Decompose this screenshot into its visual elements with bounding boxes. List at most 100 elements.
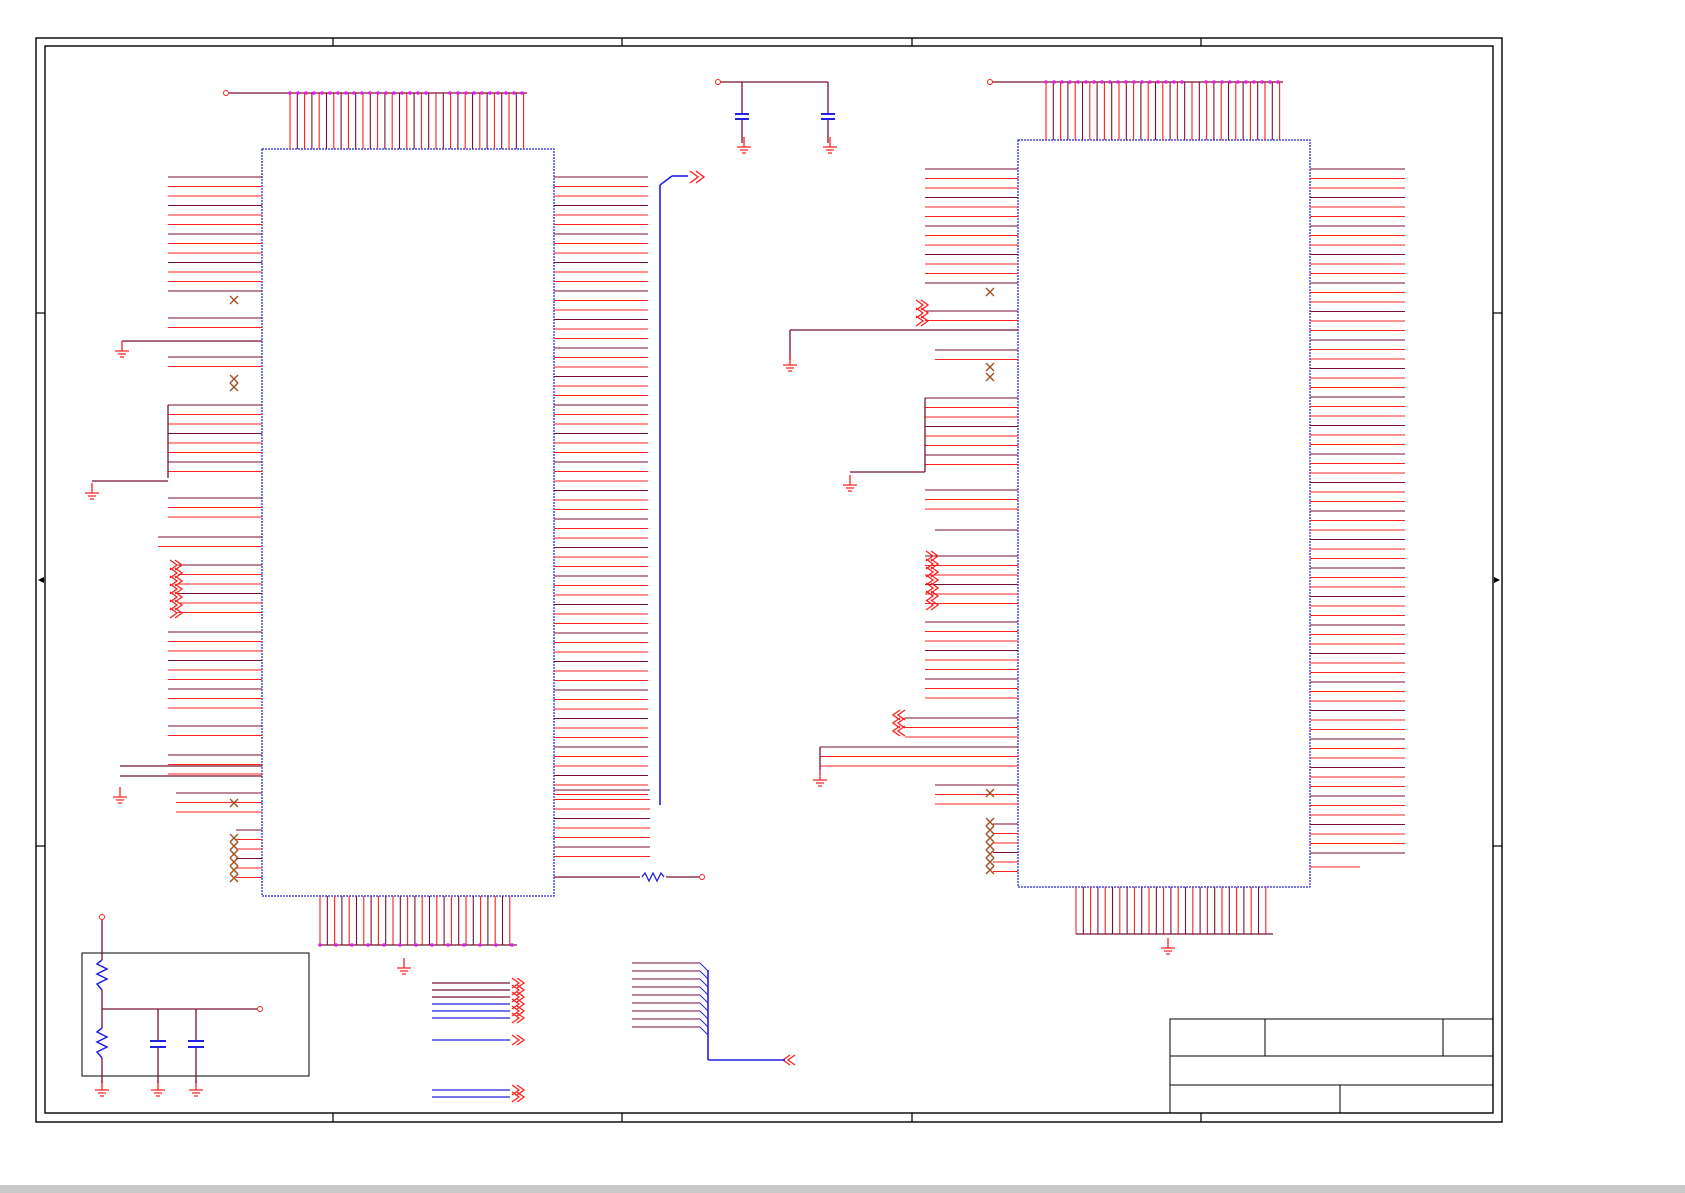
junction-dot bbox=[350, 943, 354, 947]
off-page-connector-icon bbox=[891, 725, 906, 737]
right-ic-body bbox=[1017, 139, 1311, 888]
junction-dot bbox=[1140, 80, 1144, 84]
junction-dot bbox=[510, 943, 514, 947]
bus-entry bbox=[699, 1010, 709, 1020]
junction-dot bbox=[352, 91, 356, 95]
junction-dot bbox=[1124, 80, 1128, 84]
junction-dot bbox=[1220, 80, 1224, 84]
junction-dot bbox=[1076, 80, 1080, 84]
junction-dot bbox=[504, 91, 508, 95]
no-connect-x-icon bbox=[229, 865, 239, 875]
ground-icon bbox=[85, 483, 99, 500]
series-resistor bbox=[554, 871, 700, 883]
ground-icon bbox=[1161, 938, 1175, 955]
resistor-icon bbox=[95, 1027, 109, 1059]
no-connect-x-icon bbox=[229, 382, 239, 392]
title-block bbox=[1169, 1018, 1494, 1114]
ground-icon bbox=[783, 355, 797, 372]
no-connect-x-icon bbox=[985, 788, 995, 798]
no-connect-x-icon bbox=[985, 841, 995, 851]
junction-dot bbox=[1164, 80, 1168, 84]
power-net-terminal bbox=[987, 79, 993, 85]
junction-dot bbox=[1108, 80, 1112, 84]
off-page-connector-icon bbox=[511, 1091, 526, 1103]
junction-dot bbox=[430, 943, 434, 947]
divider-box bbox=[81, 914, 310, 1083]
junction-dot bbox=[360, 91, 364, 95]
junction-dot bbox=[1172, 80, 1176, 84]
frame-zone-ticks bbox=[36, 38, 1502, 1122]
junction-dot bbox=[1068, 80, 1072, 84]
junction-dot bbox=[328, 91, 332, 95]
junction-dot bbox=[400, 91, 404, 95]
junction-dot bbox=[478, 943, 482, 947]
junction-dot bbox=[1156, 80, 1160, 84]
junction-dot bbox=[318, 943, 322, 947]
junction-dot bbox=[1148, 80, 1152, 84]
junction-dot bbox=[1252, 80, 1256, 84]
top-decoupling-caps bbox=[720, 81, 829, 143]
bus-entry bbox=[699, 986, 709, 996]
drawing-frame bbox=[35, 37, 1503, 1123]
pin-wires bbox=[92, 79, 1405, 1103]
junction-dot bbox=[520, 91, 524, 95]
junction-dot bbox=[1052, 80, 1056, 84]
bus-entry bbox=[699, 1002, 709, 1012]
bus-entry bbox=[699, 970, 709, 980]
junction-dot bbox=[1244, 80, 1248, 84]
junction-dot bbox=[336, 91, 340, 95]
no-connect-x-icon bbox=[985, 857, 995, 867]
junction-dot bbox=[392, 91, 396, 95]
bus-entry bbox=[699, 962, 709, 972]
junction-dot bbox=[1132, 80, 1136, 84]
junction-dot bbox=[1260, 80, 1264, 84]
ground-icon bbox=[843, 475, 857, 492]
junction-dot bbox=[1228, 80, 1232, 84]
junction-dot bbox=[488, 91, 492, 95]
no-connect-x-icon bbox=[985, 362, 995, 372]
power-net-terminal bbox=[715, 79, 721, 85]
junction-dot bbox=[462, 943, 466, 947]
no-connect-x-icon bbox=[985, 833, 995, 843]
ground-symbols bbox=[85, 137, 1175, 1097]
ground-icon bbox=[823, 137, 837, 154]
junction-dot bbox=[1116, 80, 1120, 84]
no-connect-x-icon bbox=[229, 833, 239, 843]
off-page-connector-icon bbox=[511, 1034, 526, 1046]
left-ic-body bbox=[261, 148, 555, 897]
junction-dot bbox=[398, 943, 402, 947]
no-connect-x-icon bbox=[229, 374, 239, 384]
junction-dot bbox=[512, 91, 516, 95]
junction-dot bbox=[496, 91, 500, 95]
no-connect-x-icon bbox=[985, 287, 995, 297]
junction-dot bbox=[1236, 80, 1240, 84]
resistor-terminal bbox=[699, 874, 705, 880]
junction-dot bbox=[480, 91, 484, 95]
left-ic-bus-connector bbox=[689, 170, 706, 184]
junction-dot bbox=[494, 943, 498, 947]
no-connect-x-icon bbox=[985, 372, 995, 382]
bus-entry bbox=[699, 994, 709, 1004]
off-page-connector-icon bbox=[925, 599, 940, 611]
no-connect-x-icon bbox=[985, 849, 995, 859]
no-connect-x-icon bbox=[229, 295, 239, 305]
capacitor-icon bbox=[735, 113, 835, 120]
frame-center-arrow-right bbox=[1494, 577, 1500, 583]
junction-dot bbox=[446, 943, 450, 947]
no-connect-x-icon bbox=[985, 865, 995, 875]
junction-dot bbox=[1100, 80, 1104, 84]
junction-dot bbox=[382, 943, 386, 947]
junction-dot bbox=[416, 91, 420, 95]
bottom-band bbox=[0, 1185, 1685, 1193]
no-connect-x-icon bbox=[985, 817, 995, 827]
ground-icon bbox=[115, 341, 129, 358]
junction-dot bbox=[376, 91, 380, 95]
junction-dot bbox=[1276, 80, 1280, 84]
junction-dot bbox=[464, 91, 468, 95]
junction-dot bbox=[456, 91, 460, 95]
ground-icon bbox=[737, 137, 751, 154]
bottom-off-page-nets bbox=[432, 962, 785, 1098]
no-connect-x-icon bbox=[229, 849, 239, 859]
ground-icon bbox=[113, 787, 127, 804]
junction-dot bbox=[344, 91, 348, 95]
